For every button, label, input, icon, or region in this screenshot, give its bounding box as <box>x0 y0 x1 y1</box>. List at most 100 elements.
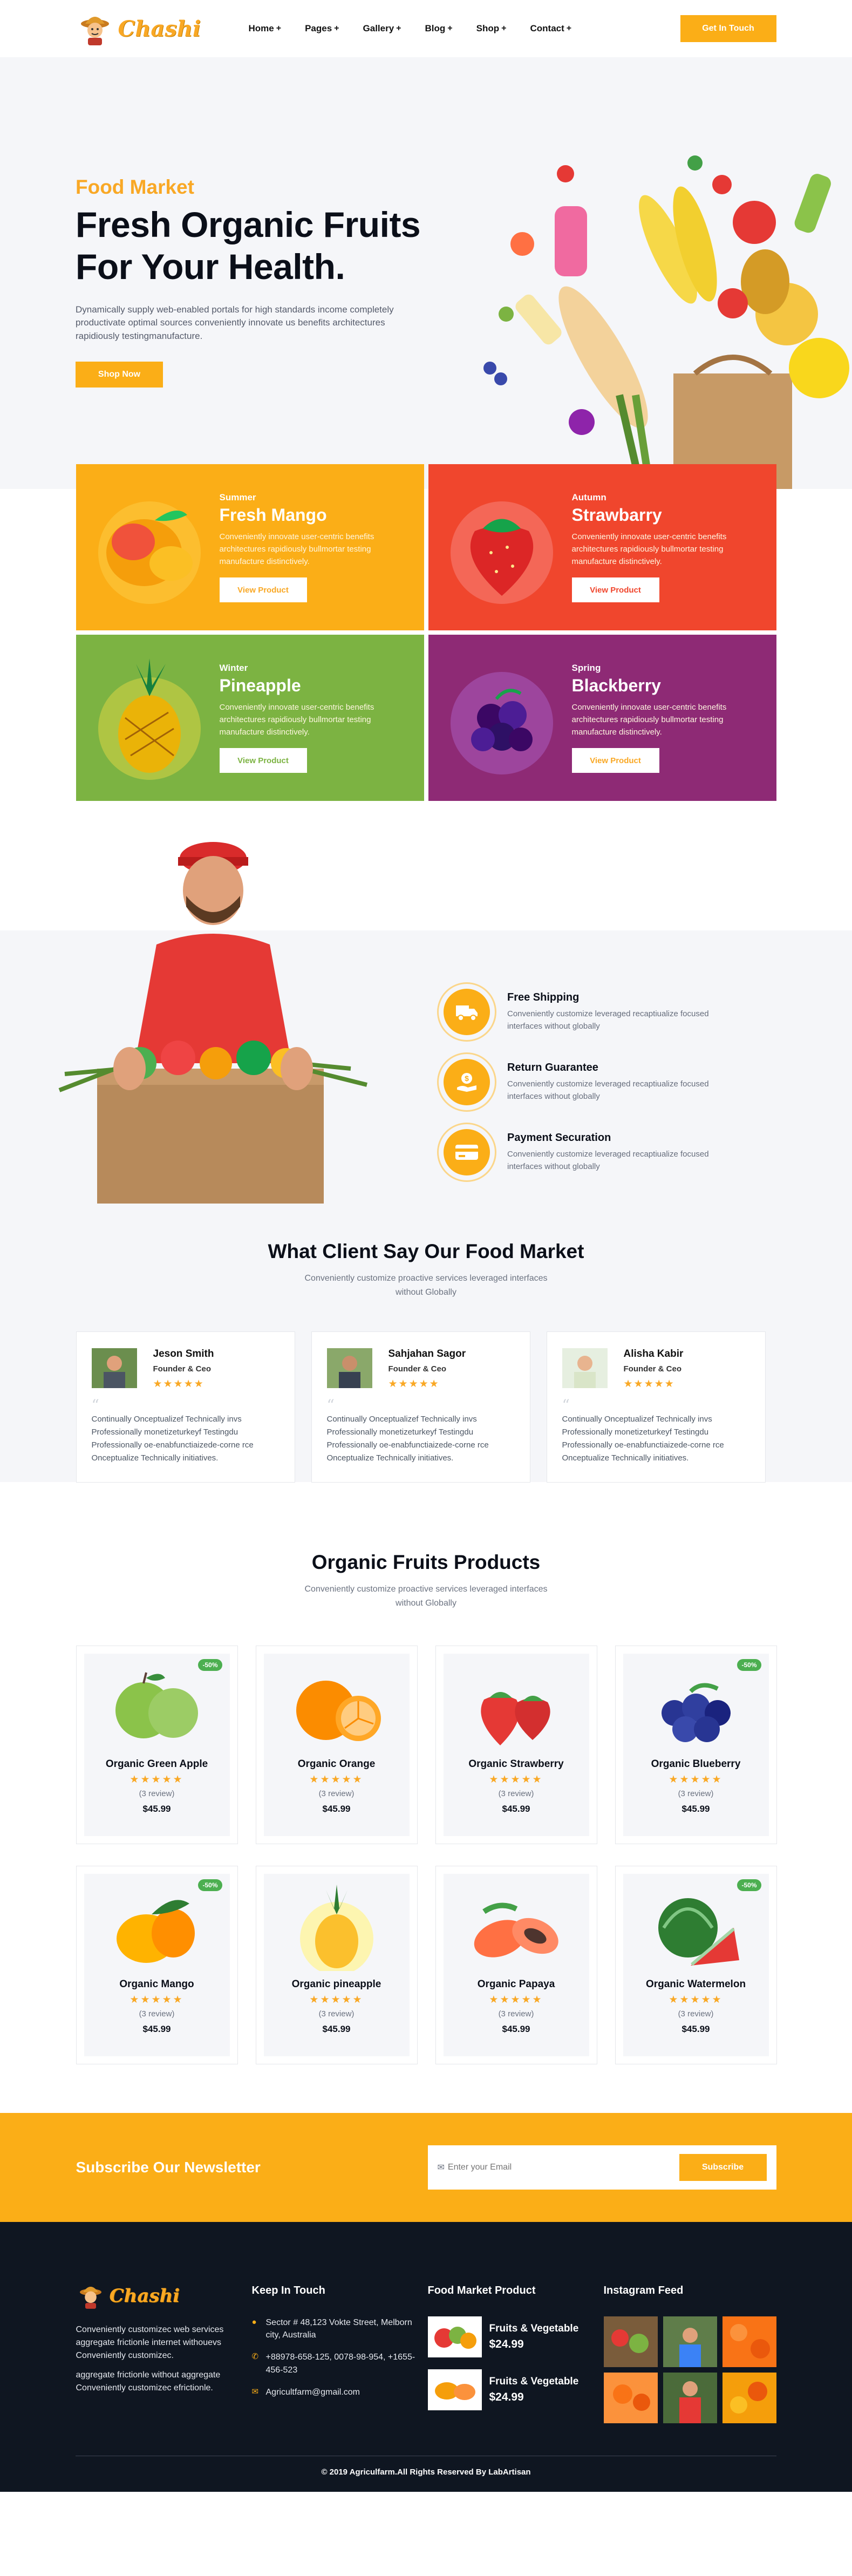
review-count: (3 review) <box>678 1789 714 1799</box>
feature-list: Free Shipping Conveniently customize lev… <box>437 982 739 1193</box>
product-name[interactable]: Organic Orange <box>264 1758 410 1770</box>
testimonial-card: Alisha Kabir Founder & Ceo ★★★★★ “ Conti… <box>546 1331 766 1483</box>
nav-item-contact[interactable]: Contact + <box>530 23 571 34</box>
product-image <box>92 1879 222 1971</box>
brand-logo[interactable]: Chashi <box>76 10 249 47</box>
hero-section: Food Market Fresh Organic Fruits For You… <box>0 57 852 489</box>
category-season: Summer <box>219 492 256 502</box>
feature-description: Conveniently customize leveraged recapti… <box>507 1150 709 1171</box>
rating-stars: ★★★★★ <box>129 1774 184 1786</box>
category-season: Spring <box>571 662 601 673</box>
footer-email[interactable]: Agricultfarm@gmail.com <box>266 2386 360 2398</box>
product-grid: -50% Organic Green Apple ★★★★★ (3 review) $4… <box>76 1646 777 2065</box>
product-name[interactable]: Organic Mango <box>84 1979 230 1990</box>
instagram-image[interactable] <box>603 2316 658 2367</box>
view-product-button[interactable]: View Product <box>219 748 307 773</box>
product-card[interactable]: -50% Organic Green Apple ★★★★★ (3 review) $4… <box>76 1646 238 1845</box>
products-section: Organic Fruits Products Conveniently cus… <box>0 1482 852 2113</box>
product-name[interactable]: Organic Strawberry <box>444 1758 589 1770</box>
category-card-strawberry: Autumn Strawbarry Conveniently innovate … <box>428 464 776 630</box>
category-season: Autumn <box>571 492 606 502</box>
product-name[interactable]: Organic Blueberry <box>623 1758 769 1770</box>
product-card[interactable]: Organic pineapple ★★★★★ (3 review) $45.99 <box>255 1866 418 2065</box>
instagram-image[interactable] <box>722 2316 776 2367</box>
footer-product-item[interactable]: Fruits & Vegetable $24.99 <box>427 2316 604 2357</box>
nav-item-blog[interactable]: Blog + <box>425 23 453 34</box>
view-product-button[interactable]: View Product <box>571 748 659 773</box>
product-name[interactable]: Organic Papaya <box>444 1979 589 1990</box>
footer-product-item[interactable]: Fruits & Vegetable $24.99 <box>427 2369 604 2410</box>
plus-icon: + <box>396 24 401 33</box>
category-description: Conveniently innovate user-centric benef… <box>219 532 374 567</box>
category-description: Conveniently innovate user-centric benef… <box>219 702 374 737</box>
blackberry-image <box>432 648 572 788</box>
phone-icon: ✆ <box>251 2352 259 2362</box>
subscribe-button[interactable]: Subscribe <box>679 2154 767 2181</box>
email-field[interactable] <box>447 2163 679 2172</box>
truck-icon <box>444 989 490 1035</box>
envelope-icon: ✉ <box>437 2163 445 2172</box>
category-description: Conveniently innovate user-centric benef… <box>571 702 727 737</box>
product-name[interactable]: Organic Green Apple <box>84 1758 230 1770</box>
product-card[interactable]: Organic Strawberry ★★★★★ (3 review) $45.99 <box>435 1646 597 1845</box>
footer-product-name: Fruits & Vegetable <box>489 2376 579 2387</box>
farmer-logo-icon <box>76 10 114 47</box>
category-card-mango: Summer Fresh Mango Conveniently innovate… <box>76 464 424 630</box>
instagram-image[interactable] <box>603 2373 658 2423</box>
brand-name: Chashi <box>109 2285 180 2307</box>
footer-product-name: Fruits & Vegetable <box>489 2323 579 2334</box>
footer-logo[interactable]: Chashi <box>76 2281 249 2310</box>
product-card[interactable]: -50% Organic Watermelon ★★★★★ (3 review) $45… <box>615 1866 777 2065</box>
strawberry-image <box>432 477 572 617</box>
product-image <box>272 1659 401 1751</box>
category-name: Pineapple <box>219 675 301 695</box>
pineapple-image <box>79 648 220 788</box>
footer-about: Chashi Conveniently customizec web servi… <box>76 2281 252 2423</box>
instagram-image[interactable] <box>663 2373 717 2423</box>
features-section: Free Shipping Conveniently customize lev… <box>0 837 852 1218</box>
product-name[interactable]: Organic Watermelon <box>623 1979 769 1990</box>
newsletter-section: Subscribe Our Newsletter ✉ Subscribe <box>0 2113 852 2222</box>
rating-stars: ★★★★★ <box>129 1994 184 2006</box>
footer-product-price: $24.99 <box>489 2338 524 2350</box>
instagram-image[interactable] <box>663 2316 717 2367</box>
nav-item-gallery[interactable]: Gallery + <box>363 23 401 34</box>
feature-title: Return Guarantee <box>507 1062 598 1073</box>
newsletter-form: ✉ Subscribe <box>427 2145 776 2190</box>
section-subtitle: Conveniently customize proactive service… <box>304 1585 548 1608</box>
nav-item-home[interactable]: Home + <box>249 23 282 34</box>
review-count: (3 review) <box>318 2009 355 2019</box>
rating-stars: ★★★★★ <box>669 1994 723 2006</box>
product-card[interactable]: Organic Papaya ★★★★★ (3 review) $45.99 <box>435 1866 597 2065</box>
product-card[interactable]: Organic Orange ★★★★★ (3 review) $45.99 <box>255 1646 418 1845</box>
instagram-image[interactable] <box>722 2373 776 2423</box>
product-name[interactable]: Organic pineapple <box>264 1979 410 1990</box>
view-product-button[interactable]: View Product <box>571 577 659 603</box>
client-name: Sahjahan Sagor <box>388 1348 466 1360</box>
nav-item-shop[interactable]: Shop + <box>476 23 507 34</box>
testimonial-card: Sahjahan Sagor Founder & Ceo ★★★★★ “ Con… <box>311 1331 530 1483</box>
product-card[interactable]: -50% Organic Blueberry ★★★★★ (3 review) $45.… <box>615 1646 777 1845</box>
section-subtitle: Conveniently customize proactive service… <box>304 1274 548 1297</box>
delivery-man-image <box>49 837 383 1204</box>
shop-now-button[interactable]: Shop Now <box>76 361 163 388</box>
product-thumbnail <box>427 2316 482 2357</box>
product-card[interactable]: -50% Organic Mango ★★★★★ (3 review) $45.99 <box>76 1866 238 2065</box>
avatar <box>326 1348 372 1389</box>
rating-stars: ★★★★★ <box>388 1378 440 1390</box>
get-in-touch-button[interactable]: Get In Touch <box>680 15 776 42</box>
view-product-button[interactable]: View Product <box>219 577 307 603</box>
category-name: Blackberry <box>571 675 661 695</box>
plus-icon: + <box>566 24 572 33</box>
nav-item-pages[interactable]: Pages + <box>305 23 339 34</box>
farmer-logo-icon <box>76 2281 105 2310</box>
hero-groceries-image <box>441 141 852 489</box>
review-count: (3 review) <box>318 1789 355 1799</box>
testimonial-card: Jeson Smith Founder & Ceo ★★★★★ “ Contin… <box>76 1331 295 1483</box>
category-name: Strawbarry <box>571 505 662 525</box>
testimonial-text: Continually Onceptualizef Technically in… <box>91 1415 254 1463</box>
hero-kicker: Food Market <box>76 176 194 198</box>
rating-stars: ★★★★★ <box>623 1378 675 1390</box>
mango-image <box>79 477 220 617</box>
rating-stars: ★★★★★ <box>489 1994 543 2006</box>
